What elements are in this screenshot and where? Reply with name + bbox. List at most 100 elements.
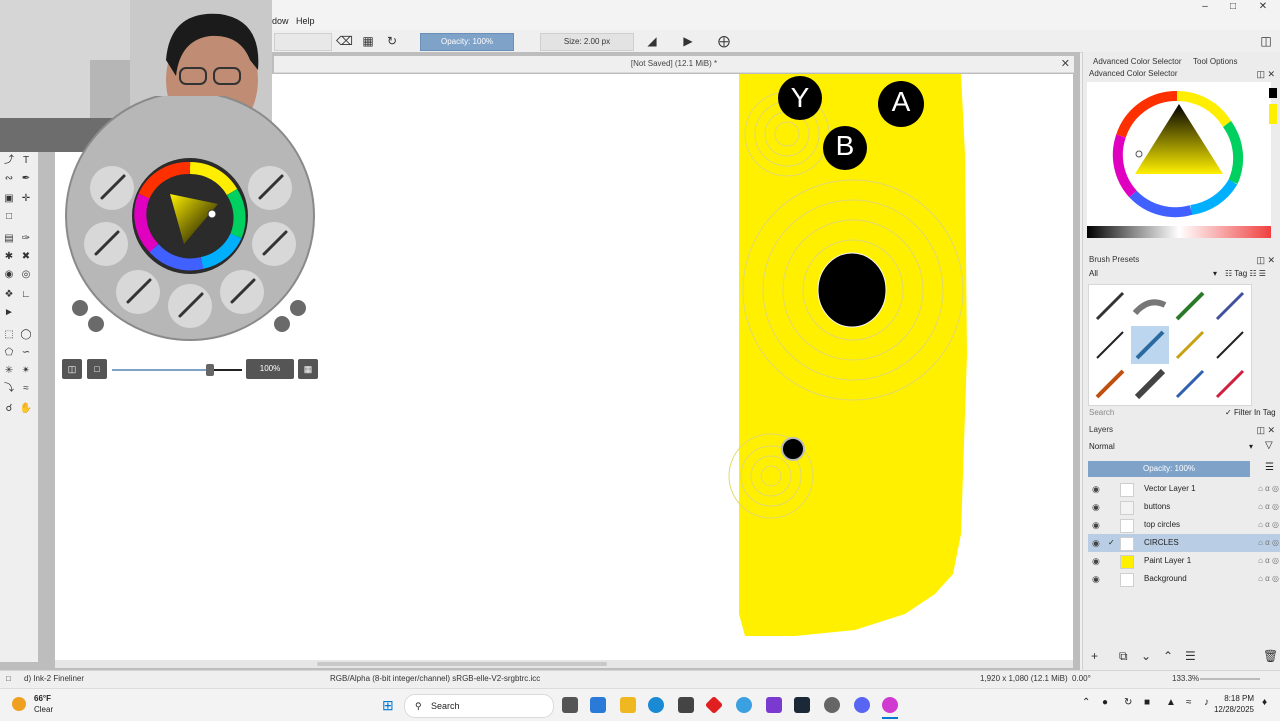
task-view-icon[interactable]: [562, 697, 578, 713]
eye-icon[interactable]: ◉: [1092, 498, 1100, 516]
layer-row[interactable]: ◉ Vector Layer 1 ⌂ α ◎: [1088, 480, 1280, 498]
move-tool-icon[interactable]: ✛: [19, 192, 33, 206]
brush-preset[interactable]: [1091, 365, 1129, 403]
brush-preset[interactable]: [1131, 287, 1169, 325]
layer-row[interactable]: ◉ top circles ⌂ α ◎: [1088, 516, 1280, 534]
minimize-button[interactable]: –: [1190, 0, 1220, 14]
brush-preset-selected[interactable]: [1131, 326, 1169, 364]
bezier-select-icon[interactable]: ⤵: [2, 382, 16, 396]
brush-preset[interactable]: [1171, 326, 1209, 364]
rect-select-icon[interactable]: ⬚: [2, 328, 16, 342]
colorize-mask-icon[interactable]: ✖: [19, 250, 33, 264]
weather-icon[interactable]: [12, 697, 26, 711]
tab-tool-options[interactable]: Tool Options: [1193, 57, 1237, 66]
eye-icon[interactable]: ◉: [1092, 534, 1100, 552]
file-explorer-icon[interactable]: [620, 697, 636, 713]
layer-props-icon[interactable]: ⌂ α ◎: [1258, 498, 1279, 516]
opacity-slider[interactable]: Opacity: 100%: [420, 33, 514, 51]
zoom-tool-icon[interactable]: ☌: [2, 402, 16, 416]
eye-icon[interactable]: ◉: [1092, 552, 1100, 570]
steam-icon[interactable]: [794, 697, 810, 713]
rotation-readout[interactable]: 0.00°: [1072, 671, 1091, 687]
smart-patch-icon[interactable]: ✱: [2, 250, 16, 264]
fill-tool-icon[interactable]: ◉: [2, 268, 16, 282]
layer-props-icon[interactable]: ⌂ α ◎: [1258, 570, 1279, 588]
reference-tool-icon[interactable]: ►: [2, 306, 16, 320]
app-icon[interactable]: [704, 695, 724, 715]
pan-tool-icon[interactable]: ✋: [19, 402, 33, 416]
brush-filter-select[interactable]: All ▾: [1089, 269, 1217, 280]
scrollbar-thumb[interactable]: [317, 662, 607, 666]
current-brush[interactable]: d) Ink-2 Fineliner: [24, 671, 84, 687]
color-value-bar[interactable]: [1087, 226, 1271, 238]
eraser-icon[interactable]: ⌫: [336, 33, 353, 49]
palette-fit-button[interactable]: □: [87, 359, 107, 379]
brush-preset[interactable]: [1211, 326, 1249, 364]
browser-icon[interactable]: [736, 697, 752, 713]
brush-preset[interactable]: [1211, 287, 1249, 325]
taskbar-search[interactable]: ⚲ Search: [404, 694, 554, 718]
blending-mode-select[interactable]: [274, 33, 332, 51]
discord-icon[interactable]: [854, 697, 870, 713]
notification-icon[interactable]: ♦: [1262, 697, 1267, 708]
active-app-icon[interactable]: [882, 697, 898, 713]
settings-icon[interactable]: [824, 697, 840, 713]
alpha-lock-icon[interactable]: ▦: [360, 33, 376, 49]
layer-opacity-slider[interactable]: Opacity: 100%: [1088, 461, 1250, 477]
assistant-tool-icon[interactable]: ❖: [2, 288, 16, 302]
mirror-horizontal-icon[interactable]: ◢: [644, 33, 660, 49]
palette-zoom-slider[interactable]: [112, 364, 242, 376]
brush-search-input[interactable]: Search: [1089, 408, 1209, 419]
measure-tool-icon[interactable]: ∟: [19, 288, 33, 302]
similar-select-icon[interactable]: ✴: [19, 364, 33, 378]
brush-preset[interactable]: [1131, 365, 1169, 403]
tray-app3-icon[interactable]: ▲: [1166, 697, 1176, 708]
zoom-slider[interactable]: [1200, 678, 1260, 680]
brush-preset[interactable]: [1211, 365, 1249, 403]
brush-tag-select[interactable]: ☷ Tag ☷ ☰: [1225, 269, 1277, 280]
add-layer-icon[interactable]: +: [1091, 649, 1098, 663]
layer-row[interactable]: ◉ buttons ⌂ α ◎: [1088, 498, 1280, 516]
mirror-vertical-icon[interactable]: ▶: [680, 33, 696, 49]
tab-advanced-color-selector[interactable]: Advanced Color Selector: [1093, 57, 1182, 66]
brush-preset[interactable]: [1171, 287, 1209, 325]
clock-date[interactable]: 12/28/2025: [1204, 705, 1254, 714]
panel-float-close-icon[interactable]: ◫ ✕: [1256, 254, 1275, 266]
palette-left-button[interactable]: ◫: [62, 359, 82, 379]
layer-row[interactable]: ◉ ✓ CIRCLES ⌂ α ◎: [1088, 534, 1280, 552]
ellipse-select-icon[interactable]: ◯: [19, 328, 33, 342]
filter-icon[interactable]: ▽: [1265, 440, 1273, 451]
transform-tool-icon[interactable]: ▣: [2, 192, 16, 206]
enclose-fill-icon[interactable]: ◎: [19, 268, 33, 282]
eye-icon[interactable]: ◉: [1092, 480, 1100, 498]
panel-float-close-icon[interactable]: ◫ ✕: [1256, 424, 1275, 436]
tray-app2-icon[interactable]: ■: [1144, 697, 1150, 708]
eye-icon[interactable]: ◉: [1092, 516, 1100, 534]
duplicate-layer-icon[interactable]: ⧉: [1119, 649, 1128, 664]
brush-preset[interactable]: [1171, 365, 1209, 403]
close-document-icon[interactable]: ✕: [1061, 56, 1070, 72]
layer-properties-icon[interactable]: ☰: [1185, 649, 1196, 663]
menu-window[interactable]: dow: [272, 16, 289, 26]
store-icon[interactable]: [678, 697, 694, 713]
start-icon[interactable]: ⊞: [382, 697, 398, 713]
reload-preset-icon[interactable]: ↻: [384, 33, 400, 49]
magnetic-select-icon[interactable]: ≈: [19, 382, 33, 396]
tray-app-icon[interactable]: ●: [1102, 697, 1108, 708]
color-picker-icon[interactable]: ✑: [19, 232, 33, 246]
color-history-strip[interactable]: [1269, 88, 1279, 148]
blend-mode-select[interactable]: Normal ▾: [1089, 442, 1253, 453]
calligraphy-icon[interactable]: ✒: [19, 172, 33, 186]
menu-help[interactable]: Help: [296, 16, 315, 26]
zoom-readout[interactable]: 133.3%: [1172, 671, 1199, 687]
brush-preset[interactable]: [1091, 326, 1129, 364]
maximize-button[interactable]: □: [1218, 0, 1248, 14]
layer-menu-icon[interactable]: ☰: [1265, 462, 1274, 473]
tray-sync-icon[interactable]: ↻: [1124, 697, 1132, 708]
clock-time[interactable]: 8:18 PM: [1214, 694, 1254, 703]
size-slider[interactable]: Size: 2.00 px: [540, 33, 634, 51]
move-up-icon[interactable]: ⌃: [1163, 649, 1173, 663]
layer-row[interactable]: ◉ Paint Layer 1 ⌂ α ◎: [1088, 552, 1280, 570]
edge-icon[interactable]: [648, 697, 664, 713]
layer-props-icon[interactable]: ⌂ α ◎: [1258, 552, 1279, 570]
